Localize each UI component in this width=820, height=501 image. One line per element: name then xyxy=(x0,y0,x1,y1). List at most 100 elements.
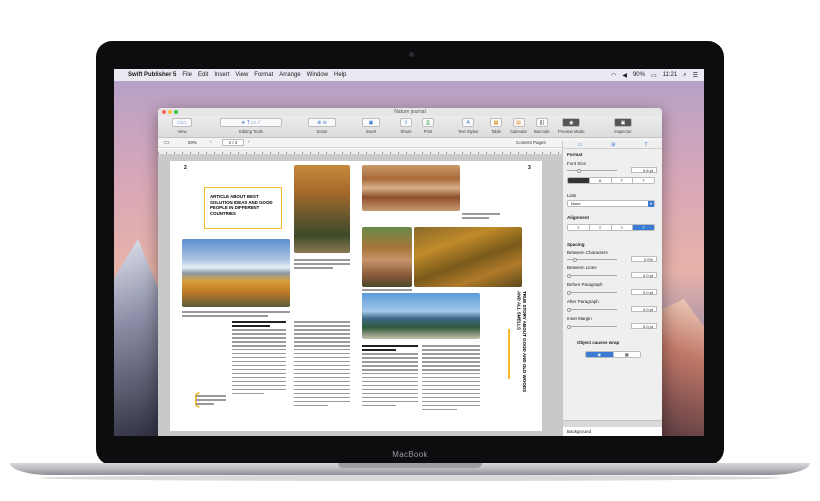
zoom-select[interactable]: 50% xyxy=(188,140,197,145)
close-icon[interactable] xyxy=(162,110,166,114)
between-lines-field[interactable]: 0.0 pt xyxy=(631,272,657,278)
table-button[interactable]: ▦ Table xyxy=(490,118,502,134)
photo-autumn-forest[interactable] xyxy=(294,165,350,253)
tab-layout-icon[interactable]: ⊞ xyxy=(611,142,615,148)
inspector-button[interactable]: ▣ Inspector xyxy=(614,118,632,134)
between-characters-field[interactable]: 0.0% xyxy=(631,256,657,262)
editing-tools-icon: ➤ T ▭ ⟋ xyxy=(220,118,282,127)
share-button[interactable]: ⇪ Share xyxy=(400,118,412,134)
thumbnails-icon[interactable]: ▭ xyxy=(164,139,170,146)
tab-document-icon[interactable]: ▭ xyxy=(578,142,583,148)
page-field[interactable]: 2 / 4 xyxy=(222,139,244,146)
title-bar: Nature journal xyxy=(158,108,662,116)
font-style-buttons[interactable]: A T T xyxy=(567,177,655,184)
after-paragraph-field[interactable]: 0.0 pt xyxy=(631,306,657,312)
body-column-3[interactable] xyxy=(362,345,418,409)
page-right[interactable]: 3 TRUE STORY ABOUT GOOD AND OLD WOODS AN… xyxy=(356,161,542,431)
photo-mountain-lake[interactable] xyxy=(182,239,290,307)
body-column-4[interactable] xyxy=(422,345,480,413)
laptop-shadow xyxy=(40,475,780,481)
between-characters-slider[interactable] xyxy=(567,257,617,262)
text-styles-button[interactable]: A Text Styles xyxy=(458,118,478,134)
page-prev-icon[interactable]: ‹ xyxy=(210,139,212,144)
editing-tools-label: Editing Tools xyxy=(239,129,263,134)
inset-margin-field[interactable]: 0.0 pt xyxy=(631,323,657,329)
clock[interactable]: 11:21 xyxy=(663,72,678,78)
chevron-down-icon: ▾ xyxy=(648,201,654,207)
layers-header xyxy=(563,420,662,427)
tab-text-icon[interactable]: T xyxy=(644,142,647,148)
wifi-icon[interactable]: ◠ xyxy=(611,72,616,79)
photo-rock-formation[interactable] xyxy=(362,227,412,287)
insert-tool[interactable]: ▣ Insert xyxy=(362,118,380,134)
document-canvas[interactable]: 2 ARTICLE ABOUT BEST SOLUTION IDEAS AND … xyxy=(158,155,562,436)
zoom-label: Zoom xyxy=(316,129,328,134)
menu-list-icon[interactable]: ☰ xyxy=(693,72,698,79)
app-window: Nature journal ▭▭ View ➤ T ▭ ⟋ Editing T… xyxy=(158,108,662,436)
body-column-1[interactable] xyxy=(232,321,286,397)
before-paragraph-field[interactable]: 0.0 pt xyxy=(631,289,657,295)
volume-icon[interactable]: ◀ xyxy=(622,72,627,79)
body-column-2[interactable] xyxy=(294,321,350,409)
layer-row-background[interactable]: Background xyxy=(563,427,662,436)
before-paragraph-slider[interactable] xyxy=(567,290,617,295)
content-pages-select[interactable]: Content Pages xyxy=(516,140,546,145)
menu-format[interactable]: Format xyxy=(254,72,273,78)
calendar-label: Calendar xyxy=(510,129,527,134)
caption-text-2 xyxy=(182,311,290,319)
inset-margin-slider[interactable] xyxy=(567,324,617,329)
page-left[interactable]: 2 ARTICLE ABOUT BEST SOLUTION IDEAS AND … xyxy=(170,161,356,431)
menu-app-name[interactable]: Swift Publisher 5 xyxy=(128,72,176,78)
page-next-icon[interactable]: › xyxy=(248,139,250,144)
print-button[interactable]: ⎙ Print xyxy=(422,118,434,134)
wrap-grid-icon[interactable]: ▦ xyxy=(614,352,641,357)
subscript-icon[interactable]: T xyxy=(633,178,654,183)
photo-painted-hills[interactable] xyxy=(362,165,460,211)
calendar-button[interactable]: ▤ Calendar xyxy=(510,118,527,134)
menu-file[interactable]: File xyxy=(182,72,192,78)
inspector-label: Inspector xyxy=(614,129,632,134)
after-paragraph-slider[interactable] xyxy=(567,307,617,312)
align-justify-icon[interactable]: ≡ xyxy=(633,225,654,230)
barcode-button[interactable]: ||| Barcode xyxy=(534,118,550,134)
before-paragraph-label: Before Paragraph xyxy=(567,282,603,287)
menu-help[interactable]: Help xyxy=(334,72,346,78)
menu-window[interactable]: Window xyxy=(307,72,328,78)
preview-mode-button[interactable]: ◉ Preview Mode xyxy=(558,118,585,134)
editing-tools[interactable]: ➤ T ▭ ⟋ Editing Tools xyxy=(220,118,282,134)
menu-arrange[interactable]: Arrange xyxy=(279,72,300,78)
align-center-icon[interactable]: ≡ xyxy=(590,225,612,230)
minimize-icon[interactable] xyxy=(168,110,172,114)
lists-select[interactable]: None ▾ xyxy=(567,200,655,207)
photo-coastline-tree[interactable] xyxy=(362,293,480,339)
zoom-window-icon[interactable] xyxy=(174,110,178,114)
object-wrap-label: Object causes wrap xyxy=(577,340,620,345)
view-label: View xyxy=(177,129,187,134)
print-label: Print xyxy=(423,129,433,134)
font-size-field[interactable]: 9.6 pt xyxy=(631,167,657,173)
alignment-buttons[interactable]: ≡ ≡ ≡ ≡ xyxy=(567,224,655,231)
menu-view[interactable]: View xyxy=(235,72,248,78)
zoom-tool[interactable]: ⊕ ⊖ Zoom xyxy=(308,118,336,134)
wrap-buttons[interactable]: ◉ ▦ xyxy=(585,351,641,358)
wrap-on-icon[interactable]: ◉ xyxy=(586,352,614,357)
text-color-swatch[interactable] xyxy=(568,178,590,183)
vertical-headline[interactable]: TRUE STORY ABOUT GOOD AND OLD WOODS AND … xyxy=(516,291,528,401)
caption-text-3 xyxy=(462,213,500,221)
battery-percent[interactable]: 90% xyxy=(633,72,645,78)
photo-autumn-valley[interactable] xyxy=(414,227,522,287)
menu-insert[interactable]: Insert xyxy=(214,72,229,78)
view-tool[interactable]: ▭▭ View xyxy=(172,118,192,134)
superscript-icon[interactable]: T xyxy=(612,178,634,183)
menu-edit[interactable]: Edit xyxy=(198,72,208,78)
search-icon[interactable]: ⌕ xyxy=(683,72,686,79)
font-size-slider[interactable] xyxy=(567,168,617,173)
align-left-icon[interactable]: ≡ xyxy=(568,225,590,230)
battery-icon[interactable]: ▭ xyxy=(651,72,657,79)
caption-text xyxy=(294,259,350,271)
laptop-notch xyxy=(338,463,482,468)
italic-icon[interactable]: A xyxy=(590,178,612,183)
article-headline[interactable]: ARTICLE ABOUT BEST SOLUTION IDEAS AND GO… xyxy=(210,194,282,216)
align-right-icon[interactable]: ≡ xyxy=(612,225,634,230)
between-lines-slider[interactable] xyxy=(567,273,617,278)
